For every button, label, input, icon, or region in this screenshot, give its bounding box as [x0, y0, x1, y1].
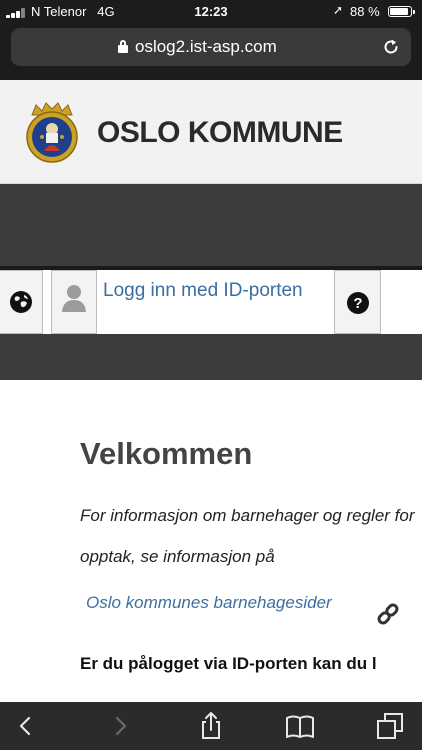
intro-text-line-2: opptak, se informasjon på — [80, 547, 275, 566]
forward-icon[interactable] — [104, 710, 136, 742]
language-button[interactable] — [0, 270, 43, 334]
intro-text-line-1: For informasjon om barnehager og regler … — [80, 506, 415, 525]
login-link[interactable]: Logg inn med ID-porten — [103, 280, 303, 302]
login-info-text: Er du pålogget via ID-porten kan du l — [80, 654, 377, 673]
sub-navigation-band — [0, 334, 422, 380]
page-title: Velkommen — [80, 436, 253, 471]
bookmarks-icon[interactable] — [284, 710, 316, 742]
address-bar[interactable]: oslog2.ist-asp.com — [11, 28, 411, 66]
site-header: OSLO KOMMUNE — [0, 80, 422, 184]
help-button[interactable]: ? — [334, 270, 381, 334]
lock-icon — [117, 39, 129, 53]
main-content: Velkommen For informasjon om barnehager … — [0, 380, 422, 702]
browser-toolbar — [0, 702, 422, 750]
location-arrow-icon: ➚ — [333, 3, 344, 17]
oslo-crest-logo[interactable] — [24, 99, 80, 165]
reload-icon[interactable] — [381, 37, 401, 57]
kindergarten-link[interactable]: Oslo kommunes barnehagesider — [86, 593, 332, 613]
back-icon[interactable] — [10, 710, 42, 742]
login-toolbar: Logg inn med ID-porten ? — [0, 270, 422, 334]
navigation-band — [0, 184, 422, 266]
status-bar: N Telenor 4G 12:23 ➚ 88 % — [0, 0, 422, 24]
url-text: oslog2.ist-asp.com — [135, 37, 277, 56]
help-icon: ? — [347, 292, 369, 314]
share-icon[interactable] — [195, 710, 227, 742]
user-icon — [62, 285, 86, 312]
brand-title[interactable]: OSLO KOMMUNE — [97, 116, 343, 150]
globe-icon — [10, 291, 32, 313]
browser-chrome: N Telenor 4G 12:23 ➚ 88 % oslog2.ist-asp… — [0, 0, 422, 80]
external-link-icon[interactable] — [376, 602, 400, 626]
svg-text:?: ? — [353, 295, 362, 312]
tabs-icon[interactable] — [374, 710, 406, 742]
screen: N Telenor 4G 12:23 ➚ 88 % oslog2.ist-asp… — [0, 0, 422, 750]
battery-icon — [388, 6, 415, 17]
battery-percent: 88 % — [350, 4, 380, 19]
user-button[interactable] — [51, 270, 97, 334]
